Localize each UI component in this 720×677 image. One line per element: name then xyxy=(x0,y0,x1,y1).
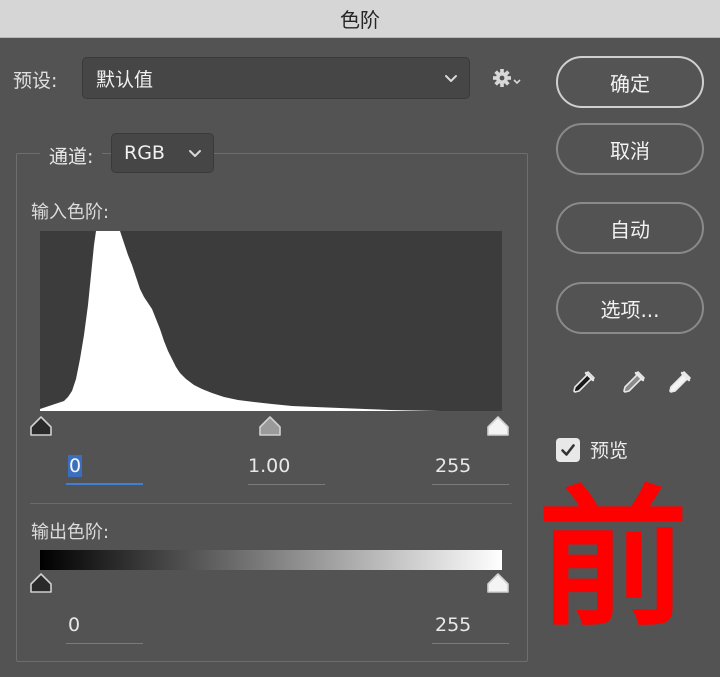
auto-button[interactable]: 自动 xyxy=(556,202,704,254)
options-button[interactable]: 选项... xyxy=(556,282,704,334)
input-white-value: 255 xyxy=(435,455,472,477)
levels-dialog: 色阶 预设: 默认值 确定 取消 自动 选项... 预览 前 通道: RGB 输… xyxy=(0,0,720,677)
input-gamma-value: 1.00 xyxy=(248,455,291,477)
eyedropper-group xyxy=(568,368,698,398)
preset-label: 预设: xyxy=(13,70,58,92)
histogram xyxy=(40,231,502,411)
channel-value: RGB xyxy=(124,142,165,164)
output-black-value: 0 xyxy=(68,614,81,636)
input-black-field[interactable]: 0 xyxy=(66,455,143,485)
window-title: 色阶 xyxy=(340,8,380,32)
output-black-field[interactable]: 0 xyxy=(66,614,143,644)
output-levels-label: 输出色阶: xyxy=(31,522,110,543)
field-underline xyxy=(248,484,325,485)
input-black-value: 0 xyxy=(68,455,83,477)
preset-value: 默认值 xyxy=(96,68,154,91)
white-point-eyedropper-icon[interactable] xyxy=(664,368,694,398)
black-point-eyedropper-icon[interactable] xyxy=(568,368,598,398)
checkmark-icon xyxy=(561,443,575,456)
output-white-slider-handle[interactable] xyxy=(487,573,509,593)
input-white-field[interactable]: 255 xyxy=(432,455,509,485)
histogram-graph xyxy=(40,231,440,411)
gray-point-eyedropper-icon[interactable] xyxy=(618,368,648,398)
channel-label: 通道: xyxy=(40,142,103,169)
input-gamma-slider-handle[interactable] xyxy=(259,416,281,436)
output-gradient-bar xyxy=(40,550,502,570)
input-gamma-field[interactable]: 1.00 xyxy=(248,455,325,485)
ok-button[interactable]: 确定 xyxy=(556,56,704,108)
histogram-shape xyxy=(40,231,440,411)
field-underline xyxy=(432,643,509,644)
field-underline xyxy=(66,483,143,485)
input-white-slider-handle[interactable] xyxy=(487,416,509,436)
cancel-button[interactable]: 取消 xyxy=(556,123,704,175)
input-levels-label: 输入色阶: xyxy=(31,202,110,223)
chevron-down-icon xyxy=(445,75,457,82)
output-white-value: 255 xyxy=(435,614,472,636)
chevron-down-icon xyxy=(189,150,201,157)
preview-label: 预览 xyxy=(590,440,629,462)
title-bar[interactable]: 色阶 xyxy=(0,0,720,38)
field-underline xyxy=(432,484,509,485)
preview-toggle[interactable]: 预览 xyxy=(556,436,628,463)
before-annotation: 前 xyxy=(538,473,689,647)
preset-select[interactable]: 默认值 xyxy=(82,57,470,99)
section-divider xyxy=(30,503,512,504)
output-black-slider-handle[interactable] xyxy=(30,573,52,593)
output-white-field[interactable]: 255 xyxy=(432,614,509,644)
gear-icon[interactable] xyxy=(492,66,522,90)
input-black-slider-handle[interactable] xyxy=(30,416,52,436)
field-underline xyxy=(66,643,143,644)
channel-select[interactable]: RGB xyxy=(111,133,214,173)
preview-checkbox[interactable] xyxy=(556,437,580,462)
